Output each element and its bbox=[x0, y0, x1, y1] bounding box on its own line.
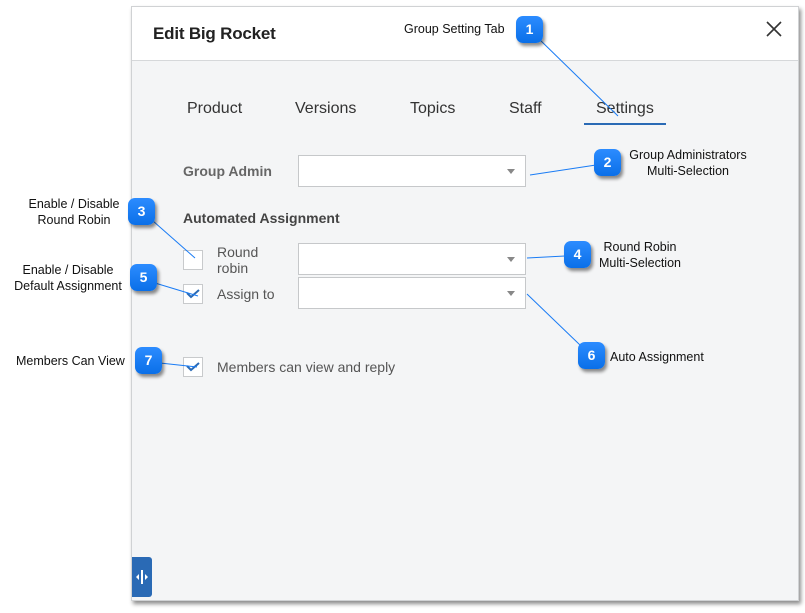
annotation-4-text: Round Robin Multi-Selection bbox=[594, 239, 686, 271]
annotation-7-badge: 7 bbox=[135, 347, 162, 374]
annotation-3-text: Enable / Disable Round Robin bbox=[22, 196, 126, 228]
tab-versions[interactable]: Versions bbox=[295, 100, 356, 118]
chevron-down-icon bbox=[507, 169, 515, 174]
assign-to-checkbox[interactable] bbox=[183, 284, 203, 304]
group-admin-select[interactable] bbox=[298, 155, 526, 187]
annotation-5-text: Enable / Disable Default Assignment bbox=[8, 262, 128, 294]
round-robin-label-line1: Round bbox=[217, 244, 259, 260]
annotation-4-badge: 4 bbox=[564, 241, 591, 268]
tab-staff[interactable]: Staff bbox=[509, 100, 542, 118]
resize-horizontal-icon bbox=[136, 570, 148, 584]
annotation-3-line1: Enable / Disable bbox=[28, 197, 120, 211]
tab-topics[interactable]: Topics bbox=[410, 100, 455, 118]
annotation-1-text: Group Setting Tab bbox=[404, 22, 505, 36]
round-robin-label-line2: robin bbox=[217, 260, 249, 276]
close-button[interactable] bbox=[764, 19, 784, 39]
tab-settings[interactable]: Settings bbox=[584, 100, 666, 125]
checkmark-icon bbox=[186, 289, 200, 299]
round-robin-label: Round robin bbox=[217, 244, 258, 276]
annotation-2-line1: Group Administrators bbox=[629, 148, 747, 162]
annotation-3-line2: Round Robin bbox=[37, 213, 111, 227]
close-icon bbox=[766, 21, 782, 37]
members-can-view-label: Members can view and reply bbox=[217, 359, 396, 375]
annotation-6-badge: 6 bbox=[578, 342, 605, 369]
edit-dialog: Edit Big Rocket Product Versions Topics … bbox=[131, 6, 799, 601]
tab-bar: Product Versions Topics Staff Settings bbox=[132, 97, 798, 127]
annotation-7-text: Members Can View bbox=[16, 354, 125, 368]
group-admin-label: Group Admin bbox=[183, 163, 272, 179]
annotation-4-line1: Round Robin bbox=[603, 240, 677, 254]
round-robin-checkbox[interactable] bbox=[183, 250, 203, 270]
checkmark-icon bbox=[186, 362, 200, 372]
annotation-1-badge: 1 bbox=[516, 16, 543, 43]
annotation-2-text: Group Administrators Multi-Selection bbox=[624, 147, 752, 179]
annotation-2-line2: Multi-Selection bbox=[647, 164, 729, 178]
round-robin-select[interactable] bbox=[298, 243, 526, 275]
annotation-3-badge: 3 bbox=[128, 198, 155, 225]
members-can-view-checkbox[interactable] bbox=[183, 357, 203, 377]
annotation-6-text: Auto Assignment bbox=[610, 350, 704, 364]
annotation-5-line2: Default Assignment bbox=[14, 279, 122, 293]
assign-to-select[interactable] bbox=[298, 277, 526, 309]
chevron-down-icon bbox=[507, 257, 515, 262]
dialog-title: Edit Big Rocket bbox=[153, 24, 276, 43]
resize-handle[interactable] bbox=[132, 557, 152, 597]
annotation-5-line1: Enable / Disable bbox=[22, 263, 114, 277]
annotation-2-badge: 2 bbox=[594, 149, 621, 176]
tab-product[interactable]: Product bbox=[187, 100, 242, 118]
annotation-4-line2: Multi-Selection bbox=[599, 256, 681, 270]
automated-assignment-title: Automated Assignment bbox=[183, 210, 340, 226]
annotation-5-badge: 5 bbox=[130, 264, 157, 291]
assign-to-label: Assign to bbox=[217, 286, 275, 302]
chevron-down-icon bbox=[507, 291, 515, 296]
